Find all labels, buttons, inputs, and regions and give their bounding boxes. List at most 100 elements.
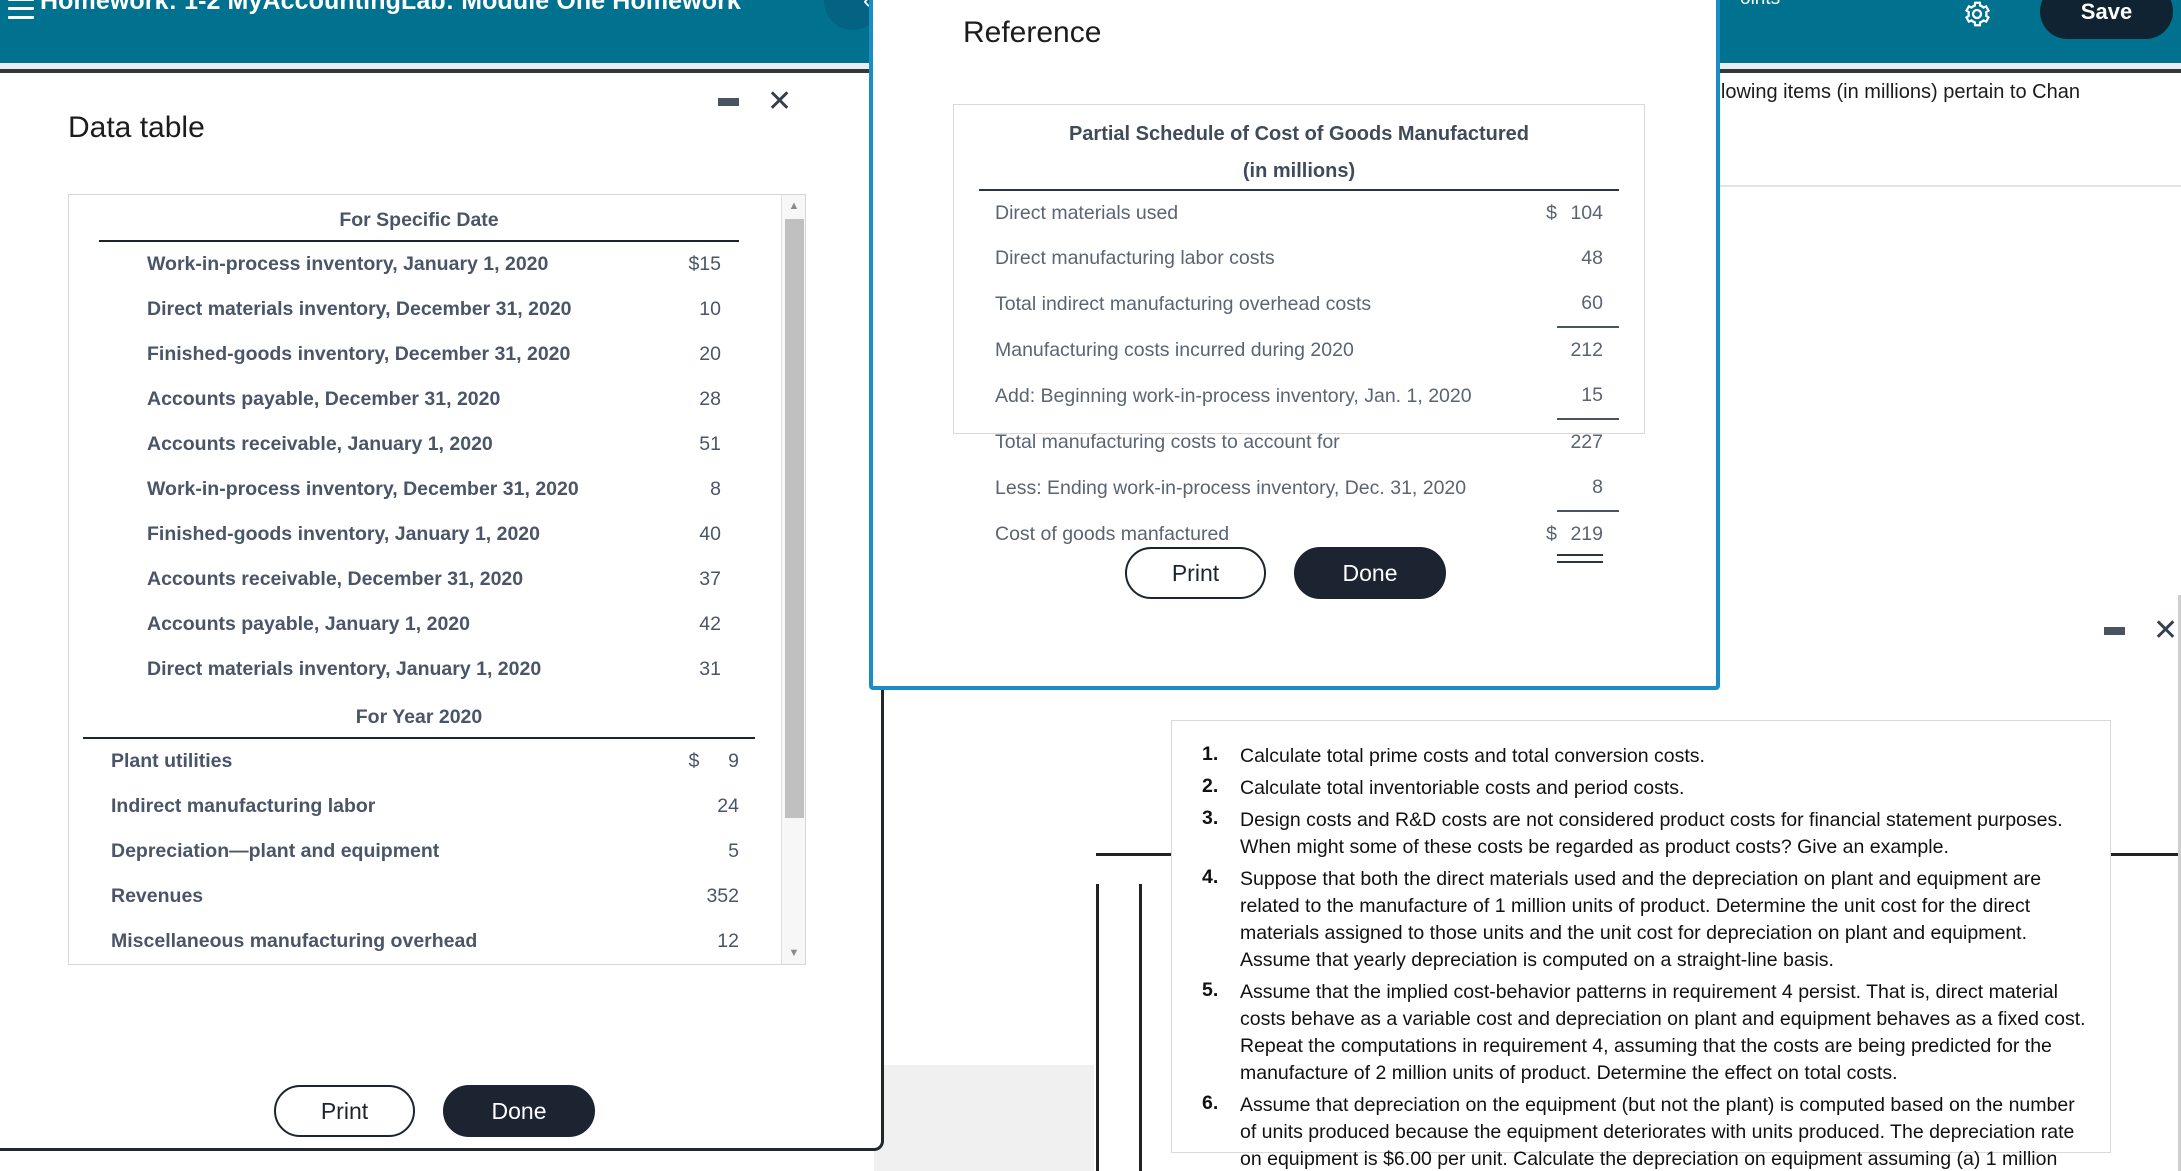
requirement-text: Calculate total prime costs and total co… <box>1240 745 1705 767</box>
dialog-title: Data table <box>68 111 205 144</box>
row-currency <box>1521 236 1557 281</box>
scrollbar-thumb[interactable] <box>785 219 804 818</box>
requirement-number: 3. <box>1202 807 1219 829</box>
table-row: Indirect manufacturing labor 24 <box>69 784 769 829</box>
table-row: Depreciation—plant and equipment 5 <box>69 829 769 874</box>
row-value: 5 <box>728 840 739 862</box>
requirements-window-controls: ✕ <box>2104 616 2178 646</box>
done-button[interactable]: Done <box>443 1085 595 1137</box>
row-currency: $ <box>688 253 700 275</box>
row-currency <box>665 557 699 602</box>
reference-dialog: Reference ✕ Partial Schedule of Cost of … <box>869 0 1720 690</box>
print-button[interactable]: Print <box>1125 547 1266 599</box>
requirement-number: 1. <box>1202 743 1219 765</box>
row-value: 219 <box>1557 511 1619 562</box>
requirement-number: 6. <box>1202 1092 1219 1114</box>
row-currency <box>665 874 699 919</box>
row-currency <box>665 332 699 377</box>
row-currency <box>1521 327 1557 373</box>
schedule-subtitle: (in millions) <box>1242 160 1356 182</box>
close-icon[interactable]: ✕ <box>767 87 792 117</box>
row-value: 24 <box>717 795 739 817</box>
requirements-panel: 1. Calculate total prime costs and total… <box>1171 720 2111 1170</box>
requirement-number: 5. <box>1202 979 1219 1001</box>
row-label: Work-in-process inventory, December 31, … <box>147 478 579 500</box>
scroll-down-icon[interactable]: ▼ <box>782 942 805 964</box>
row-value: 42 <box>699 613 721 635</box>
data-table-dialog: Data table ✕ For Specific Date Work-in-p… <box>0 73 884 1151</box>
table-row: Work-in-process inventory, January 1, 20… <box>69 242 769 287</box>
schedule-table: Direct materials used $ 104 Direct manuf… <box>979 189 1619 562</box>
row-currency <box>1521 373 1557 419</box>
requirement-text: Design costs and R&D costs are not consi… <box>1240 809 2063 858</box>
save-button[interactable]: Save <box>2040 0 2173 39</box>
row-label: Depreciation—plant and equipment <box>111 840 440 862</box>
table-row: Total manufacturing costs to account for… <box>979 419 1619 465</box>
row-value: 31 <box>699 658 721 680</box>
row-label: Indirect manufacturing labor <box>111 795 376 817</box>
row-label: Marketing, distribution, and customer-se… <box>69 964 665 965</box>
table-row: Accounts payable, December 31, 2020 28 <box>69 377 769 422</box>
row-label: Manufacturing costs incurred during 2020 <box>995 338 1354 361</box>
row-currency <box>1521 419 1557 465</box>
requirements-list: 1. Calculate total prime costs and total… <box>1172 721 2110 1171</box>
row-currency: $ <box>688 750 700 772</box>
row-currency: $ <box>1546 522 1557 545</box>
table-scrollbar[interactable]: ▲ ▼ <box>781 195 805 964</box>
row-currency <box>665 964 699 965</box>
row-value: 15 <box>1557 373 1619 420</box>
row-label: Accounts receivable, January 1, 2020 <box>147 433 493 455</box>
section-header-row: For Year 2020 <box>69 692 769 737</box>
reference-actions: Print Done <box>1125 547 1446 599</box>
row-value: 37 <box>699 568 721 590</box>
table-row: Finished-goods inventory, December 31, 2… <box>69 332 769 377</box>
list-item: 6. Assume that depreciation on the equip… <box>1196 1092 2086 1171</box>
scroll-up-icon[interactable]: ▲ <box>782 195 805 217</box>
data-table: For Specific Date Work-in-process invent… <box>69 195 769 965</box>
table-row: Work-in-process inventory, December 31, … <box>69 467 769 512</box>
table-row: Less: Ending work-in-process inventory, … <box>979 465 1619 512</box>
row-currency <box>665 919 699 964</box>
print-button[interactable]: Print <box>274 1085 415 1137</box>
row-currency <box>665 647 699 692</box>
row-label: Accounts payable, January 1, 2020 <box>147 613 470 635</box>
hamburger-menu-icon[interactable] <box>6 0 36 26</box>
row-currency <box>665 467 699 512</box>
row-label: Miscellaneous manufacturing overhead <box>111 930 478 952</box>
row-currency <box>665 377 699 422</box>
close-icon[interactable]: ✕ <box>2153 616 2178 646</box>
row-label: Add: Beginning work-in-process inventory… <box>995 384 1472 407</box>
row-currency <box>665 602 699 647</box>
row-value: 9 <box>728 750 739 772</box>
row-value: 48 <box>1581 247 1603 269</box>
reference-schedule-box: Partial Schedule of Cost of Goods Manufa… <box>953 104 1645 562</box>
table-row: Direct materials used $ 104 <box>979 189 1619 236</box>
background-strip <box>874 1065 1094 1171</box>
gear-icon[interactable] <box>1955 0 1999 36</box>
done-button[interactable]: Done <box>1294 547 1446 599</box>
list-item: 2. Calculate total inventoriable costs a… <box>1196 775 2086 802</box>
row-currency <box>1521 465 1557 511</box>
table-row: Total indirect manufacturing overhead co… <box>979 281 1619 328</box>
row-label: Revenues <box>111 885 204 907</box>
row-currency: $ <box>1521 189 1557 236</box>
list-item: 3. Design costs and R&D costs are not co… <box>1196 807 2086 861</box>
row-currency <box>665 512 699 557</box>
table-row: Accounts receivable, December 31, 2020 3… <box>69 557 769 602</box>
minimize-icon[interactable] <box>718 98 739 106</box>
row-value: 12 <box>717 930 739 952</box>
section-header-row: For Specific Date <box>69 195 769 240</box>
data-table-actions: Print Done <box>274 1085 595 1137</box>
row-currency <box>665 422 699 467</box>
requirement-number: 4. <box>1202 866 1219 888</box>
minimize-icon[interactable] <box>2104 627 2125 635</box>
row-label: Direct manufacturing labor costs <box>995 247 1275 269</box>
list-item: 4. Suppose that both the direct material… <box>1196 866 2086 974</box>
row-label: Total manufacturing costs to account for <box>995 430 1340 453</box>
data-table-window-controls: ✕ <box>718 87 792 117</box>
row-label: Accounts payable, December 31, 2020 <box>147 388 501 410</box>
row-value: 51 <box>699 433 721 455</box>
row-value: 8 <box>710 478 721 500</box>
row-value: 92 <box>699 964 769 965</box>
row-value: 104 <box>1557 189 1619 236</box>
